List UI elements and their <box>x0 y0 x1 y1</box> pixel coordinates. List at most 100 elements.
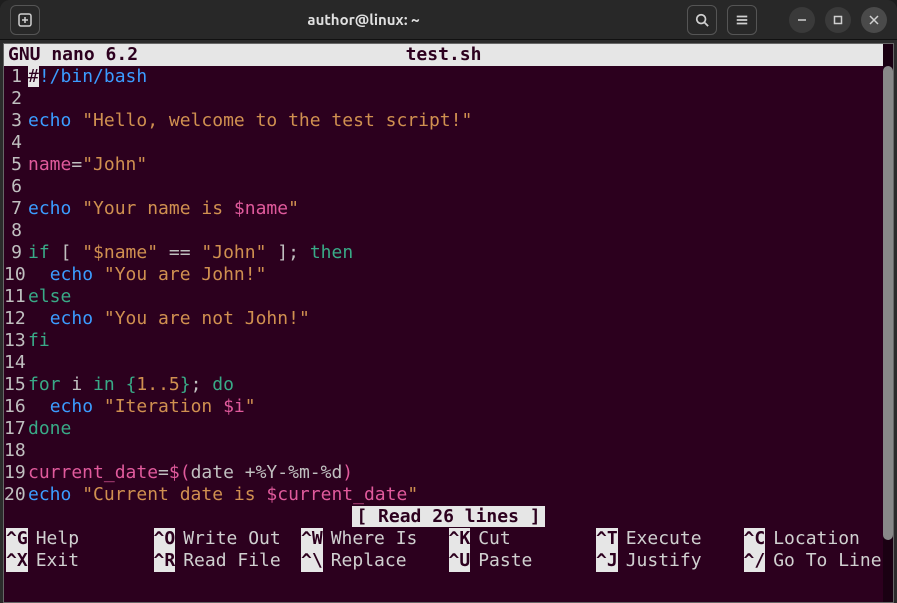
menu-button[interactable] <box>727 5 757 35</box>
shortcut-label: Cut <box>470 528 511 550</box>
code-line[interactable]: 3echo "Hello, welcome to the test script… <box>4 110 893 132</box>
code-line[interactable]: 20echo "Current date is $current_date" <box>4 484 893 506</box>
shortcut-label: Replace <box>323 550 407 572</box>
shortcut-item: ^JJustify <box>596 550 744 572</box>
new-tab-button[interactable] <box>10 5 40 35</box>
code-line[interactable]: 5name="John" <box>4 154 893 176</box>
shortcut-key: ^J <box>596 550 618 572</box>
line-number: 20 <box>4 484 28 506</box>
code-content: else <box>28 286 71 308</box>
shortcut-item: ^CLocation <box>744 528 892 550</box>
line-number: 13 <box>4 330 28 352</box>
shortcut-key: ^K <box>449 528 471 550</box>
line-number: 9 <box>4 242 28 264</box>
code-line[interactable]: 10 echo "You are John!" <box>4 264 893 286</box>
terminal-area[interactable]: GNU nano 6.2 test.sh 1#!/bin/bash23echo … <box>3 43 894 603</box>
code-content: if [ "$name" == "John" ]; then <box>28 242 353 264</box>
nano-shortcuts: ^GHelp^OWrite Out^WWhere Is^KCut^TExecut… <box>4 528 893 574</box>
shortcut-label: Exit <box>28 550 79 572</box>
shortcut-key: ^R <box>154 550 176 572</box>
shortcut-item: ^UPaste <box>449 550 597 572</box>
code-line[interactable]: 18 <box>4 440 893 462</box>
code-line[interactable]: 16 echo "Iteration $i" <box>4 396 893 418</box>
status-line: [ Read 26 lines ] <box>4 506 893 528</box>
code-content: echo "You are not John!" <box>28 308 310 330</box>
line-number: 12 <box>4 308 28 330</box>
terminal-window: author@linux: ~ GNU nano 6.2 test.sh <box>0 0 897 603</box>
shortcut-label: Location <box>765 528 860 550</box>
shortcut-label: Justify <box>618 550 702 572</box>
code-line[interactable]: 17done <box>4 418 893 440</box>
search-button[interactable] <box>687 5 717 35</box>
shortcut-item: ^XExit <box>6 550 154 572</box>
shortcut-label: Go To Line <box>765 550 881 572</box>
code-content: for i in {1..5}; do <box>28 374 234 396</box>
code-line[interactable]: 15for i in {1..5}; do <box>4 374 893 396</box>
code-line[interactable]: 12 echo "You are not John!" <box>4 308 893 330</box>
code-line[interactable]: 14 <box>4 352 893 374</box>
shortcut-item: ^/Go To Line <box>744 550 892 572</box>
shortcut-key: ^C <box>744 528 766 550</box>
code-line[interactable]: 9if [ "$name" == "John" ]; then <box>4 242 893 264</box>
nano-header: GNU nano 6.2 test.sh <box>4 44 893 66</box>
line-number: 3 <box>4 110 28 132</box>
line-number: 18 <box>4 440 28 462</box>
shortcut-key: ^W <box>301 528 323 550</box>
code-line[interactable]: 19current_date=$(date +%Y-%m-%d) <box>4 462 893 484</box>
maximize-button[interactable] <box>825 7 851 33</box>
close-button[interactable] <box>861 7 887 33</box>
line-number: 6 <box>4 176 28 198</box>
line-number: 11 <box>4 286 28 308</box>
shortcut-label: Write Out <box>175 528 281 550</box>
status-text: [ Read 26 lines ] <box>352 506 544 527</box>
code-content: echo "Current date is $current_date" <box>28 484 418 506</box>
shortcut-key: ^\ <box>301 550 323 572</box>
scrollbar[interactable] <box>883 44 893 602</box>
shortcut-item: ^OWrite Out <box>154 528 302 550</box>
shortcut-item: ^RRead File <box>154 550 302 572</box>
line-number: 5 <box>4 154 28 176</box>
code-line[interactable]: 7echo "Your name is $name" <box>4 198 893 220</box>
shortcut-label: Help <box>28 528 79 550</box>
shortcut-label: Execute <box>618 528 702 550</box>
code-line[interactable]: 6 <box>4 176 893 198</box>
code-content: #!/bin/bash <box>28 66 147 88</box>
code-content: echo "Hello, welcome to the test script!… <box>28 110 472 132</box>
nano-filename: test.sh <box>138 44 889 66</box>
scrollbar-thumb[interactable] <box>883 66 893 540</box>
code-line[interactable]: 4 <box>4 132 893 154</box>
shortcut-key: ^O <box>154 528 176 550</box>
shortcut-item: ^GHelp <box>6 528 154 550</box>
code-line[interactable]: 8 <box>4 220 893 242</box>
line-number: 2 <box>4 88 28 110</box>
line-number: 14 <box>4 352 28 374</box>
code-line[interactable]: 1#!/bin/bash <box>4 66 893 88</box>
shortcut-item: ^KCut <box>449 528 597 550</box>
code-content: echo "Iteration $i" <box>28 396 256 418</box>
code-line[interactable]: 11else <box>4 286 893 308</box>
code-content: echo "You are John!" <box>28 264 266 286</box>
shortcut-label: Paste <box>470 550 532 572</box>
line-number: 16 <box>4 396 28 418</box>
line-number: 15 <box>4 374 28 396</box>
shortcut-key: ^U <box>449 550 471 572</box>
code-line[interactable]: 2 <box>4 88 893 110</box>
minimize-button[interactable] <box>789 7 815 33</box>
code-content: current_date=$(date +%Y-%m-%d) <box>28 462 353 484</box>
line-number: 17 <box>4 418 28 440</box>
line-number: 1 <box>4 66 28 88</box>
line-number: 19 <box>4 462 28 484</box>
shortcut-key: ^/ <box>744 550 766 572</box>
editor-content[interactable]: 1#!/bin/bash23echo "Hello, welcome to th… <box>4 66 893 506</box>
shortcut-key: ^X <box>6 550 28 572</box>
code-content: done <box>28 418 71 440</box>
line-number: 4 <box>4 132 28 154</box>
nano-app-name: GNU nano 6.2 <box>8 44 138 66</box>
line-number: 7 <box>4 198 28 220</box>
shortcut-item: ^TExecute <box>596 528 744 550</box>
titlebar: author@linux: ~ <box>0 0 897 40</box>
code-content: echo "Your name is $name" <box>28 198 299 220</box>
code-line[interactable]: 13fi <box>4 330 893 352</box>
line-number: 8 <box>4 220 28 242</box>
window-title: author@linux: ~ <box>40 11 687 28</box>
